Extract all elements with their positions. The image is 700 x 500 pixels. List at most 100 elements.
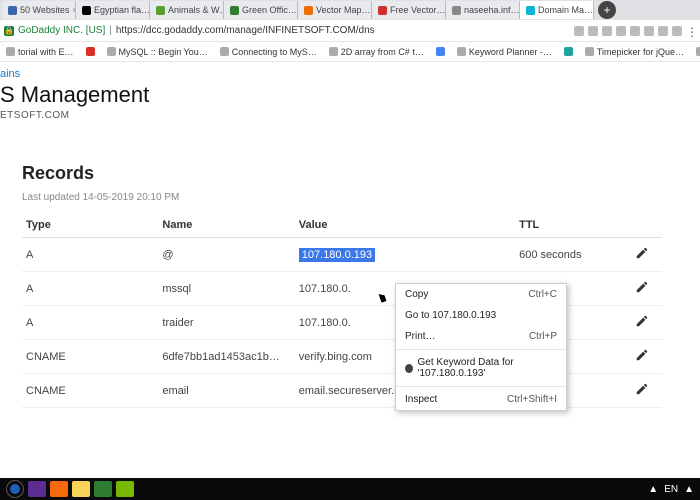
tray-lang[interactable]: EN (664, 484, 678, 495)
page-subtitle: ETSOFT.COM (0, 110, 688, 121)
bookmark-favicon (585, 47, 594, 56)
context-menu-item[interactable]: Get Keyword Data for '107.180.0.193' (396, 352, 566, 384)
tab-label: Vector Map… (316, 5, 371, 15)
bookmark-item[interactable]: How to access Goo… (696, 47, 700, 57)
bookmark-item[interactable] (86, 47, 95, 56)
bookmark-favicon (436, 47, 445, 56)
bookmark-item[interactable] (436, 47, 445, 56)
tray-arrow-icon[interactable]: ▲ (684, 484, 694, 495)
bookmark-label: 2D array from C# t… (341, 47, 424, 57)
favicon (378, 6, 387, 15)
page-title: S Management (0, 82, 688, 108)
context-menu-label: Get Keyword Data for '107.180.0.193' (418, 357, 557, 379)
browser-menu-icon[interactable]: ⋮ (686, 26, 696, 36)
context-menu-label: Inspect (405, 394, 437, 405)
cell-name: email (158, 374, 294, 408)
context-menu-separator (396, 349, 566, 350)
ext-icon[interactable] (672, 26, 682, 36)
context-menu-item[interactable]: InspectCtrl+Shift+I (396, 389, 566, 410)
taskbar-app-nvidia[interactable] (116, 481, 134, 497)
ext-icon[interactable] (616, 26, 626, 36)
bookmark-label: Keyword Planner -… (469, 47, 552, 57)
edit-icon[interactable] (631, 238, 663, 272)
context-menu-shortcut: Ctrl+C (528, 289, 557, 300)
tab-label: Egyptian fla… (94, 5, 150, 15)
new-tab-button[interactable]: + (598, 1, 616, 19)
browser-tab-strip: 50 Websites×Egyptian fla…×Animals & W…×G… (0, 0, 700, 20)
bookmark-favicon (6, 47, 15, 56)
bookmarks-bar: torial with E… MySQL :: Begin You… Connect… (0, 42, 700, 62)
col-ttl: TTL (515, 213, 630, 238)
browser-tab[interactable]: Animals & W…× (150, 1, 224, 19)
ext-icon[interactable] (602, 26, 612, 36)
taskbar-app-explorer[interactable] (72, 481, 90, 497)
bookmark-item[interactable]: 2D array from C# t… (329, 47, 424, 57)
breadcrumb[interactable]: ains (0, 68, 688, 80)
bookmark-item[interactable]: torial with E… (6, 47, 74, 57)
ext-icon[interactable] (644, 26, 654, 36)
favicon (452, 6, 461, 15)
tab-label: Green Offic… (242, 5, 297, 15)
favicon (230, 6, 239, 15)
bookmark-label: Connecting to MyS… (232, 47, 317, 57)
ext-icon[interactable] (658, 26, 668, 36)
favicon (304, 6, 313, 15)
system-tray[interactable]: ▲ EN ▲ (648, 484, 694, 495)
start-button[interactable] (6, 480, 24, 498)
edit-icon[interactable] (631, 306, 663, 340)
edit-icon[interactable] (631, 374, 663, 408)
browser-tab[interactable]: 50 Websites× (2, 1, 76, 19)
ext-icon[interactable] (574, 26, 584, 36)
edit-icon[interactable] (631, 340, 663, 374)
edit-icon[interactable] (631, 272, 663, 306)
context-menu-item[interactable]: Go to 107.180.0.193 (396, 305, 566, 326)
records-last-updated: Last updated 14-05-2019 20:10 PM (22, 192, 688, 203)
cell-type: A (22, 272, 158, 306)
extension-icons: ⋮ (574, 26, 696, 36)
bookmark-item[interactable]: Keyword Planner -… (457, 47, 552, 57)
col-name: Name (158, 213, 294, 238)
bookmark-favicon (107, 47, 116, 56)
cell-ttl: 600 seconds (515, 238, 630, 272)
table-row: A@107.180.0.193600 seconds (22, 238, 662, 272)
cell-name: 6dfe7bb1ad1453ac1b… (158, 340, 294, 374)
bookmark-item[interactable]: MySQL :: Begin You… (107, 47, 208, 57)
browser-tab[interactable]: Green Offic…× (224, 1, 298, 19)
browser-tab[interactable]: naseeha.inf…× (446, 1, 520, 19)
cell-type: CNAME (22, 340, 158, 374)
bookmark-label: Timepicker for jQue… (597, 47, 684, 57)
tray-arrow-icon[interactable]: ▲ (648, 484, 658, 495)
taskbar-app-vs[interactable] (28, 481, 46, 497)
taskbar: ▲ EN ▲ (0, 478, 700, 500)
bookmark-item[interactable]: Connecting to MyS… (220, 47, 317, 57)
favicon (156, 6, 165, 15)
url-separator: | (109, 25, 112, 36)
bookmark-favicon (696, 47, 700, 56)
context-menu-item[interactable]: Print…Ctrl+P (396, 326, 566, 347)
cell-name: traider (158, 306, 294, 340)
tab-label: Free Vector… (390, 5, 446, 15)
ext-icon[interactable] (630, 26, 640, 36)
tab-label: Animals & W… (168, 5, 224, 15)
bookmark-item[interactable] (564, 47, 573, 56)
browser-tab[interactable]: Egyptian fla…× (76, 1, 150, 19)
ext-icon[interactable] (588, 26, 598, 36)
browser-tab[interactable]: Domain Ma…× (520, 1, 594, 19)
cell-type: CNAME (22, 374, 158, 408)
context-menu-shortcut: Ctrl+P (529, 331, 557, 342)
url-text[interactable]: https://dcc.godaddy.com/manage/INFINETSO… (116, 25, 375, 36)
cell-value[interactable]: 107.180.0.193 (295, 238, 515, 272)
context-menu-item[interactable]: CopyCtrl+C (396, 284, 566, 305)
omnibox: 🔒 GoDaddy INC. [US] | https://dcc.godadd… (0, 20, 700, 42)
bookmark-item[interactable]: Timepicker for jQue… (585, 47, 684, 57)
browser-tab[interactable]: Free Vector…× (372, 1, 446, 19)
col-type: Type (22, 213, 158, 238)
browser-tab[interactable]: Vector Map…× (298, 1, 372, 19)
cell-name: mssql (158, 272, 294, 306)
secure-origin-label: GoDaddy INC. [US] (18, 25, 105, 36)
records-heading: Records (22, 163, 688, 184)
context-menu-label: Go to 107.180.0.193 (405, 310, 496, 321)
taskbar-app-green[interactable] (94, 481, 112, 497)
taskbar-app-vlc[interactable] (50, 481, 68, 497)
bookmark-label: MySQL :: Begin You… (119, 47, 208, 57)
